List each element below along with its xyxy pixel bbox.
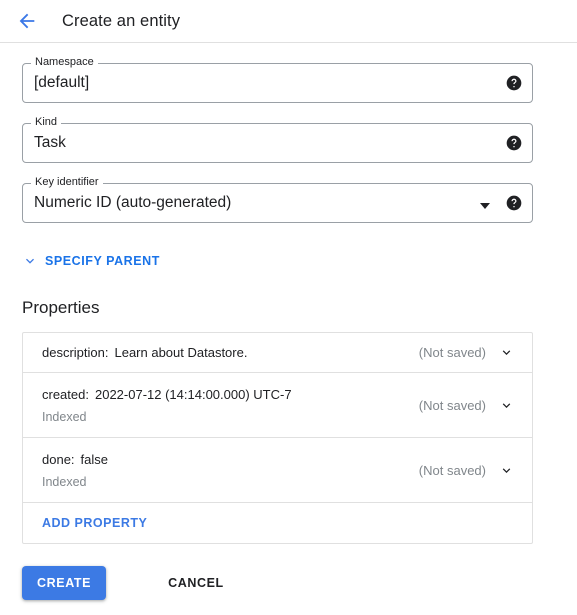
namespace-field[interactable]: Namespace [default] [22,56,533,103]
add-property-row: ADD PROPERTY [23,503,532,543]
property-line: done: false [42,452,419,467]
status-badge: (Not saved) [418,462,486,478]
back-button[interactable] [14,8,40,34]
status-badge: (Not saved) [418,345,486,360]
property-line: description: Learn about Datastore. [42,345,419,360]
chevron-down-icon[interactable] [499,345,514,360]
property-line: created: 2022-07-12 (14:14:00.000) UTC-7 [42,387,419,402]
property-index-label: Indexed [42,409,87,424]
field-outline [22,63,533,103]
key-identifier-value: Numeric ID (auto-generated) [34,194,232,211]
namespace-field-label: Namespace [31,56,98,69]
chevron-down-icon [22,253,38,269]
add-property-button[interactable]: ADD PROPERTY [42,516,147,530]
property-index-label: Indexed [42,474,87,489]
chevron-down-icon[interactable] [499,463,514,478]
table-row[interactable]: created: 2022-07-12 (14:14:00.000) UTC-7 … [23,373,532,438]
key-identifier-label: Key identifier [31,176,103,189]
property-value: Learn about Datastore. [114,345,248,360]
kind-field-value: Task [34,134,66,151]
property-key: description: [42,345,109,360]
namespace-field-value: [default] [34,74,90,91]
help-icon[interactable] [506,135,522,151]
status-badge: (Not saved) [418,397,486,413]
page-content: Namespace [default] Kind Task Key identi… [0,56,577,600]
property-value: false [80,451,109,467]
chevron-down-icon[interactable] [499,398,514,413]
properties-heading: Properties [22,298,100,317]
properties-card: description: Learn about Datastore. (Not … [22,332,533,544]
table-row[interactable]: done: false Indexed (Not saved) [23,438,532,503]
create-button[interactable]: CREATE [22,566,107,600]
help-icon[interactable] [506,195,522,211]
page-title: Create an entity [62,11,181,30]
property-details: done: false Indexed [42,452,419,489]
arrow-left-icon [16,10,38,32]
cancel-button[interactable]: CANCEL [156,566,236,600]
action-bar: CREATE CANCEL [22,566,555,600]
specify-parent-toggle[interactable]: SPECIFY PARENT [22,253,160,269]
kind-field[interactable]: Kind Task [22,116,533,163]
property-details: created: 2022-07-12 (14:14:00.000) UTC-7 … [42,387,419,424]
chevron-down-icon[interactable] [480,198,490,209]
property-value: 2022-07-12 (14:14:00.000) UTC-7 [94,386,292,402]
key-identifier-select[interactable]: Key identifier Numeric ID (auto-generate… [22,176,533,223]
help-icon[interactable] [506,75,522,91]
property-key: created: [42,386,89,402]
specify-parent-label: SPECIFY PARENT [45,254,160,268]
kind-field-label: Kind [31,116,62,129]
page-header: Create an entity [0,0,577,43]
field-outline [22,123,533,163]
property-key: done: [42,451,75,467]
table-row[interactable]: description: Learn about Datastore. (Not … [23,333,532,373]
property-details: description: Learn about Datastore. [42,345,419,360]
